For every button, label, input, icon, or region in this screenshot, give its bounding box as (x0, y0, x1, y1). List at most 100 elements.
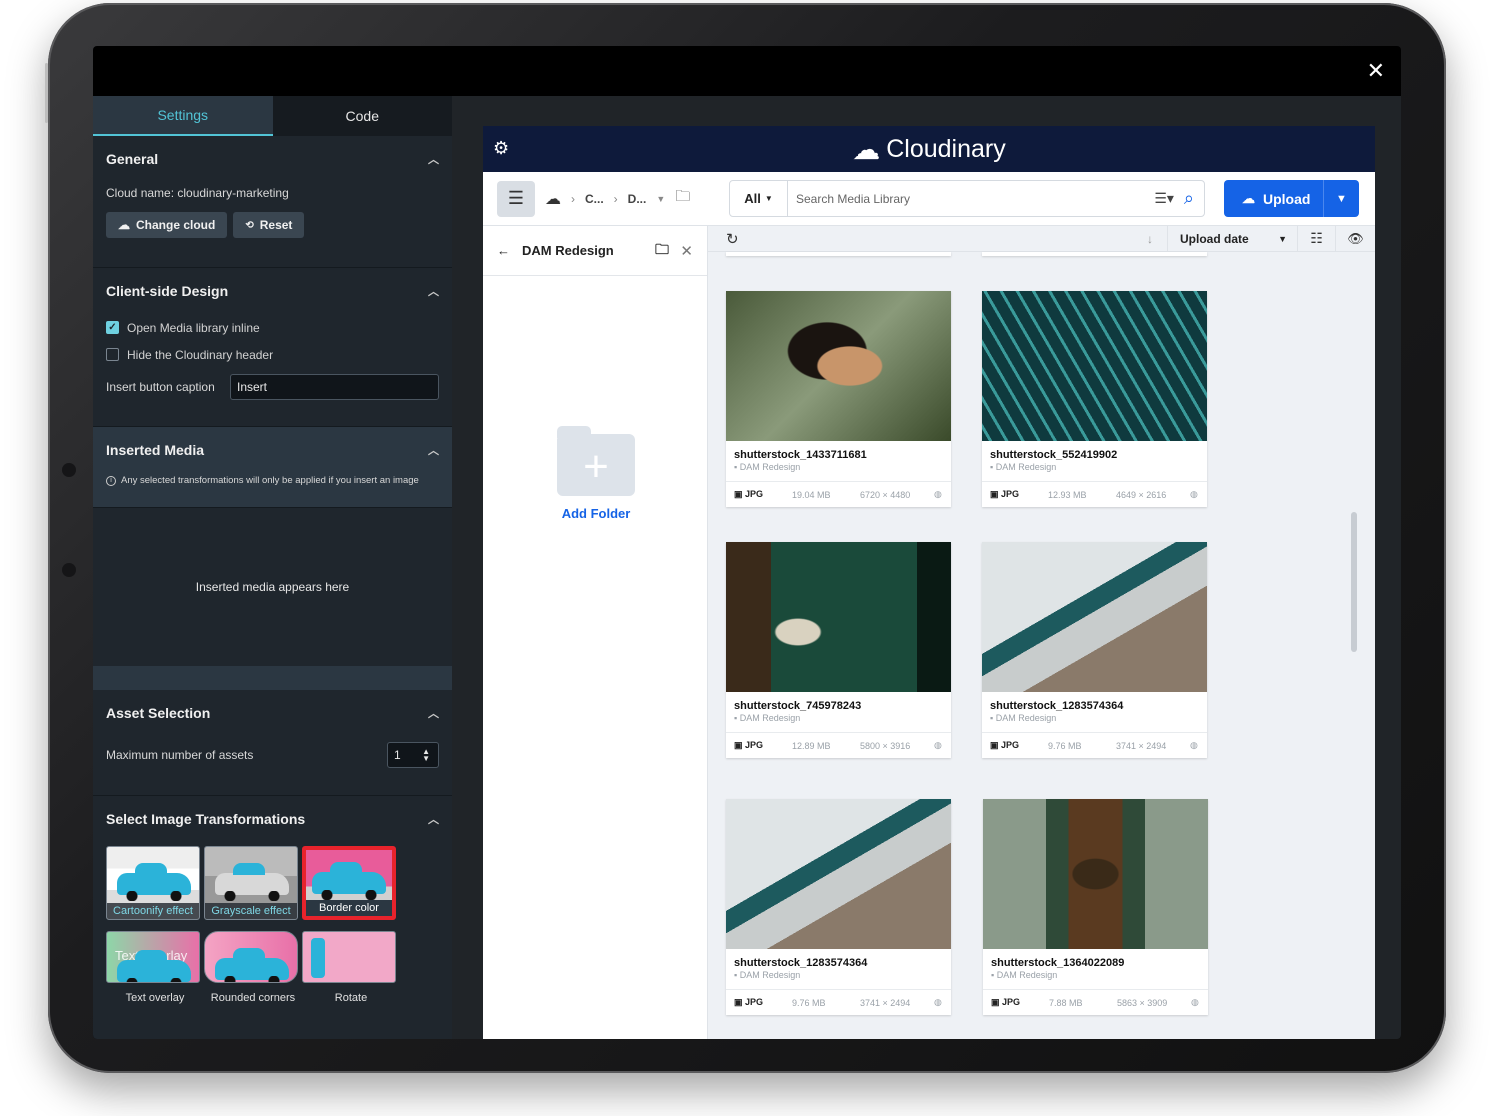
transform-text-overlay[interactable]: Text Overlay (106, 931, 200, 983)
transform-rotate[interactable] (302, 931, 396, 983)
image-icon: ▣ (991, 997, 1003, 1007)
tab-settings[interactable]: Settings (93, 96, 273, 136)
list-view-icon[interactable]: ☷ (1297, 226, 1335, 251)
upload-button[interactable]: ☁ Upload ▼ (1224, 180, 1359, 217)
insert-caption-input[interactable]: Insert (230, 374, 439, 400)
open-inline-option[interactable]: ✓ Open Media library inline (106, 314, 439, 341)
refresh-icon[interactable]: ↻ (726, 230, 739, 248)
asset-card[interactable]: shutterstock_1283574364 ▪ DAM Redesign ▣… (982, 542, 1207, 758)
globe-icon[interactable]: ◍ (1191, 997, 1199, 1008)
inserted-media-header[interactable]: Inserted Media ︿ (106, 427, 439, 473)
globe-icon[interactable]: ◍ (934, 489, 942, 500)
change-cloud-button[interactable]: ☁ Change cloud (106, 212, 228, 238)
max-assets-stepper[interactable]: 1 ▲ ▼ (387, 742, 439, 768)
cloud-icon[interactable]: ☁ (545, 189, 561, 209)
asset-size: 19.04 MB (792, 489, 831, 500)
transform-rounded-corners[interactable] (204, 931, 298, 983)
close-icon[interactable]: ✕ (1367, 60, 1385, 82)
asset-card[interactable]: shutterstock_745978243 ▪ DAM Redesign ▣ … (726, 542, 951, 758)
asset-card[interactable]: shutterstock_1433711681 ▪ DAM Redesign ▣… (726, 291, 951, 507)
hide-header-checkbox[interactable] (106, 348, 119, 361)
asset-thumbnail[interactable] (982, 542, 1207, 692)
transform-grayscale[interactable]: Grayscale effect (204, 846, 298, 920)
chevron-up-icon[interactable]: ︿ (428, 811, 439, 827)
general-header[interactable]: General ︿ (106, 136, 439, 182)
new-folder-icon[interactable]: 🗀 (675, 186, 690, 211)
add-folder-icon[interactable]: 🗀 (655, 239, 669, 263)
transformations-header[interactable]: Select Image Transformations ︿ (106, 796, 439, 842)
sort-select[interactable]: Upload date ▼ (1167, 226, 1297, 251)
client-design-header[interactable]: Client-side Design ︿ (106, 268, 439, 314)
globe-icon[interactable]: ◍ (934, 740, 942, 751)
cloud-icon: ☁ (118, 218, 130, 232)
asset-dimensions: 5863 × 3909 (1117, 997, 1168, 1008)
chevron-up-icon[interactable]: ︿ (428, 151, 439, 167)
close-icon[interactable]: ✕ (680, 242, 693, 260)
sort-bar: ↻ ↓ Upload date ▼ ☷ 👁 (708, 226, 1375, 252)
chevron-up-icon[interactable]: ︿ (428, 283, 439, 299)
search-input[interactable]: Search Media Library (788, 192, 1154, 206)
breadcrumb-root[interactable]: C... (585, 192, 604, 206)
transformations-title: Select Image Transformations (106, 811, 306, 827)
car-image (312, 862, 386, 900)
chevron-up-icon[interactable]: ︿ (428, 705, 439, 721)
globe-icon[interactable]: ◍ (1190, 489, 1198, 500)
asset-card[interactable]: shutterstock_1364022089 ▪ DAM Redesign ▣… (983, 799, 1208, 1015)
asset-thumbnail[interactable] (726, 799, 951, 949)
sort-direction-icon[interactable]: ↓ (1147, 232, 1153, 246)
image-icon: ▣ (734, 489, 746, 499)
globe-icon[interactable]: ◍ (934, 997, 942, 1008)
asset-dimensions: 4649 × 2616 (1116, 489, 1167, 500)
stepper-arrows-icon[interactable]: ▲ ▼ (422, 748, 430, 763)
asset-format: ▣ JPG (990, 489, 1020, 499)
cloud-name: Cloud name: cloudinary-marketing (106, 186, 289, 200)
asset-name: shutterstock_1283574364 (734, 957, 868, 969)
asset-size: 9.76 MB (1048, 740, 1082, 751)
asset-selection-header[interactable]: Asset Selection ︿ (106, 690, 439, 736)
asset-thumbnail[interactable] (983, 799, 1208, 949)
transform-cartoonify[interactable]: Cartoonify effect (106, 846, 200, 920)
chevron-right-icon: › (613, 191, 618, 206)
asset-selection-title: Asset Selection (106, 705, 211, 721)
search-icon[interactable]: ⌕ (1184, 188, 1194, 209)
asset-meta: ▣ JPG 19.04 MB 6720 × 4480 ◍ (726, 481, 951, 507)
partial-card (726, 252, 951, 256)
asset-folder: ▪ DAM Redesign (734, 713, 801, 723)
asset-meta: ▣ JPG 9.76 MB 3741 × 2494 ◍ (982, 732, 1207, 758)
upload-dropdown-icon[interactable]: ▼ (1323, 180, 1359, 217)
open-inline-label: Open Media library inline (127, 320, 260, 335)
cloud-logo-icon: ☁ (852, 133, 881, 165)
asset-thumbnail[interactable] (982, 291, 1207, 441)
breadcrumb-folder[interactable]: D... (628, 192, 647, 206)
back-arrow-icon[interactable]: ← (497, 243, 510, 258)
preview-eye-icon[interactable]: 👁 (1335, 226, 1375, 251)
grid-scrollbar[interactable] (1351, 512, 1357, 652)
inserted-media-section: Inserted Media ︿ i Any selected transfor… (93, 427, 452, 508)
menu-icon[interactable]: ☰ (497, 180, 535, 217)
open-inline-checkbox[interactable]: ✓ (106, 321, 119, 334)
asset-name: shutterstock_1433711681 (734, 449, 867, 461)
asset-card[interactable]: shutterstock_552419902 ▪ DAM Redesign ▣ … (982, 291, 1207, 507)
transform-border-color[interactable]: Border color (302, 846, 396, 920)
car-image (117, 863, 191, 901)
chevron-up-icon[interactable]: ︿ (428, 442, 439, 458)
hide-header-option[interactable]: Hide the Cloudinary header (106, 341, 439, 368)
caret-down-icon[interactable]: ▼ (656, 194, 665, 204)
asset-thumbnail[interactable] (726, 542, 951, 692)
asset-card[interactable]: shutterstock_1283574364 ▪ DAM Redesign ▣… (726, 799, 951, 1015)
tab-code[interactable]: Code (273, 96, 453, 136)
globe-icon[interactable]: ◍ (1190, 740, 1198, 751)
car-image (215, 863, 289, 901)
ml-header: ⚙ ☁ Cloudinary (483, 126, 1375, 172)
gear-icon[interactable]: ⚙ (493, 138, 509, 159)
search-scope-select[interactable]: All ▼ (730, 181, 788, 216)
asset-thumbnail[interactable] (726, 291, 951, 441)
filter-icon[interactable]: ☰▾ (1154, 190, 1174, 207)
asset-format: ▣ JPG (734, 997, 764, 1007)
reset-button[interactable]: ⟲ Reset (233, 212, 305, 238)
add-folder-button[interactable]: + Add Folder (555, 426, 637, 521)
transform-label: Border color (306, 900, 392, 916)
reset-label: Reset (259, 218, 293, 232)
asset-name: shutterstock_1283574364 (990, 700, 1124, 712)
general-title: General (106, 151, 159, 167)
